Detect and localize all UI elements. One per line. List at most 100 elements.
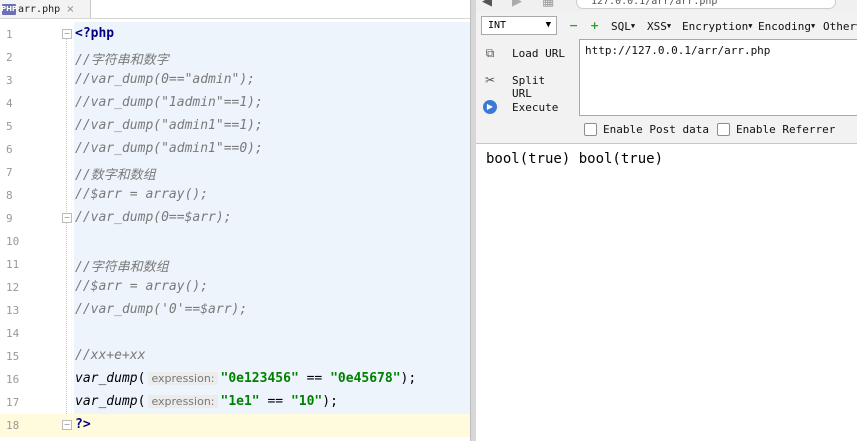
code-token: == xyxy=(298,371,331,386)
code-token: //xx+e+xx xyxy=(75,348,146,363)
code-line[interactable]: 12 //$arr = array(); xyxy=(0,276,470,299)
menu-other[interactable]: Other▼ xyxy=(823,20,857,33)
code-token: //var_dump(0==$arr); xyxy=(75,210,232,225)
code-token: ); xyxy=(322,394,338,409)
code-token: == xyxy=(259,394,291,409)
fold-toggle-icon[interactable]: − xyxy=(62,420,72,430)
back-icon[interactable]: ◀ xyxy=(482,0,492,9)
code-line[interactable]: 7 //数字和数组 xyxy=(0,161,470,184)
fold-toggle-icon[interactable]: − xyxy=(62,213,72,223)
execute-label: Execute xyxy=(512,101,559,114)
type-select-value: INT xyxy=(488,20,507,31)
code-line[interactable]: 1 − <?php xyxy=(0,23,470,46)
fold-toggle-icon[interactable]: − xyxy=(62,29,72,39)
line-number: 7 xyxy=(6,166,13,179)
code-line[interactable]: 4 //var_dump("1admin"==1); xyxy=(0,92,470,115)
hackbar-toolbar: INT ▼ − + SQL▼ XSS▼ Encryption▼ Encoding… xyxy=(476,15,857,37)
browser-pane: ◀ ▶ ▦ 127.0.0.1/arr/arr.php INT ▼ − + SQ… xyxy=(476,0,857,441)
address-bar[interactable]: 127.0.0.1/arr/arr.php xyxy=(576,0,836,9)
code-token: var_dump xyxy=(75,394,138,409)
url-textarea[interactable]: http://127.0.0.1/arr/arr.php xyxy=(579,39,857,116)
menu-xss[interactable]: XSS▼ xyxy=(647,20,671,33)
code-text: //var_dump("1admin"==1); xyxy=(75,95,263,110)
code-token: ?> xyxy=(75,417,91,432)
tab-arr-php[interactable]: PHP arr.php × xyxy=(0,0,91,18)
close-icon[interactable]: × xyxy=(66,4,74,15)
code-text: //var_dump("admin1"==0); xyxy=(75,141,263,156)
tab-label: arr.php xyxy=(18,3,61,15)
line-number: 13 xyxy=(6,304,20,317)
code-text: //$arr = array(); xyxy=(75,187,208,202)
enable-post-checkbox[interactable]: Enable Post data xyxy=(584,121,709,137)
line-number: 1 xyxy=(6,28,13,41)
enable-referrer-checkbox[interactable]: Enable Referrer xyxy=(717,121,835,137)
code-text: //var_dump('0'==$arr); xyxy=(75,302,247,317)
line-number: 11 xyxy=(6,258,20,271)
code-text: //$arr = array(); xyxy=(75,279,208,294)
code-token: ( xyxy=(137,371,146,386)
forward-icon[interactable]: ▶ xyxy=(512,0,522,9)
split-url-button[interactable]: ✂ Split URL xyxy=(480,70,570,100)
code-line[interactable]: 5 //var_dump("admin1"==1); xyxy=(0,115,470,138)
load-url-icon: ⧉ xyxy=(485,46,495,60)
code-line[interactable]: 9 −//var_dump(0==$arr); xyxy=(0,207,470,230)
code-line[interactable]: 2 //字符串和数字 xyxy=(0,46,470,69)
code-token: "1e1" xyxy=(220,394,260,409)
code-text: //var_dump("admin1"==1); xyxy=(75,118,263,133)
line-number: 14 xyxy=(6,327,20,340)
plus-icon[interactable]: + xyxy=(590,19,599,32)
code-text: //字符串和数组 xyxy=(75,256,169,275)
line-number: 16 xyxy=(6,373,20,386)
editor-tab-bar: PHP arr.php × xyxy=(0,0,470,19)
hackbar-panel: INT ▼ − + SQL▼ XSS▼ Encryption▼ Encoding… xyxy=(476,11,857,144)
code-text: var_dump(expression: "0e123456" == "0e456… xyxy=(75,371,416,386)
code-text: var_dump(expression: "1e1" == "10"); xyxy=(75,394,338,409)
code-token: //$arr = array(); xyxy=(75,187,209,202)
php-file-icon: PHP xyxy=(0,3,18,15)
code-text: //var_dump(0=="admin"); xyxy=(75,72,255,87)
code-line[interactable]: 10 xyxy=(0,230,470,253)
code-text: //var_dump(0==$arr); xyxy=(75,210,232,225)
minus-icon[interactable]: − xyxy=(569,19,578,32)
code-text: //字符串和数字 xyxy=(75,49,169,68)
line-number: 3 xyxy=(6,74,13,87)
menu-encryption[interactable]: Encryption▼ xyxy=(682,20,752,33)
code-editor-pane: PHP arr.php × 1− <?php 2//字符串和数字 3//var_dum… xyxy=(0,0,470,441)
menu-encoding[interactable]: Encoding▼ xyxy=(758,20,815,33)
code-line[interactable]: 6 //var_dump("admin1"==0); xyxy=(0,138,470,161)
menu-sql-label: SQL xyxy=(611,20,631,33)
code-line[interactable]: 13 //var_dump('0'==$arr); xyxy=(0,299,470,322)
code-line[interactable]: 3 //var_dump(0=="admin"); xyxy=(0,69,470,92)
type-select[interactable]: INT ▼ xyxy=(481,16,557,35)
code-line[interactable]: 14 xyxy=(0,322,470,345)
code-line[interactable]: 18 − ?> xyxy=(0,414,470,437)
code-text: //xx+e+xx xyxy=(75,348,145,363)
execute-button[interactable]: ▶ Execute xyxy=(480,97,570,119)
code-token: //字符串和数组 xyxy=(75,260,169,275)
play-icon: ▶ xyxy=(483,100,497,114)
home-icon[interactable]: ▦ xyxy=(542,0,554,9)
code-token: //字符串和数字 xyxy=(75,53,169,68)
code-line[interactable]: 17 var_dump(expression: "1e1" == "10"); xyxy=(0,391,470,414)
code-token: //数字和数组 xyxy=(75,168,156,183)
code-token: //var_dump("admin1"==0); xyxy=(75,141,263,156)
enable-referrer-label: Enable Referrer xyxy=(736,122,836,136)
load-url-button[interactable]: ⧉ Load URL xyxy=(480,43,570,65)
line-number: 4 xyxy=(6,97,13,110)
checkbox-box[interactable] xyxy=(717,122,730,136)
code-line[interactable]: 15 //xx+e+xx xyxy=(0,345,470,368)
code-token: //var_dump('0'==$arr); xyxy=(75,302,248,317)
checkbox-box[interactable] xyxy=(584,122,597,136)
parameter-hint: expression: xyxy=(148,395,218,408)
code-text: ?> xyxy=(75,417,91,432)
menu-encoding-label: Encoding xyxy=(758,20,811,33)
line-number: 17 xyxy=(6,396,20,409)
line-number: 12 xyxy=(6,281,20,294)
code-line[interactable]: 16 var_dump(expression: "0e123456" == "0e4… xyxy=(0,368,470,391)
code-token: //$arr = array(); xyxy=(75,279,209,294)
code-line[interactable]: 8 //$arr = array(); xyxy=(0,184,470,207)
line-number: 2 xyxy=(6,51,13,64)
code-line[interactable]: 11 //字符串和数组 xyxy=(0,253,470,276)
menu-sql[interactable]: SQL▼ xyxy=(611,20,635,33)
line-number: 18 xyxy=(6,419,20,432)
